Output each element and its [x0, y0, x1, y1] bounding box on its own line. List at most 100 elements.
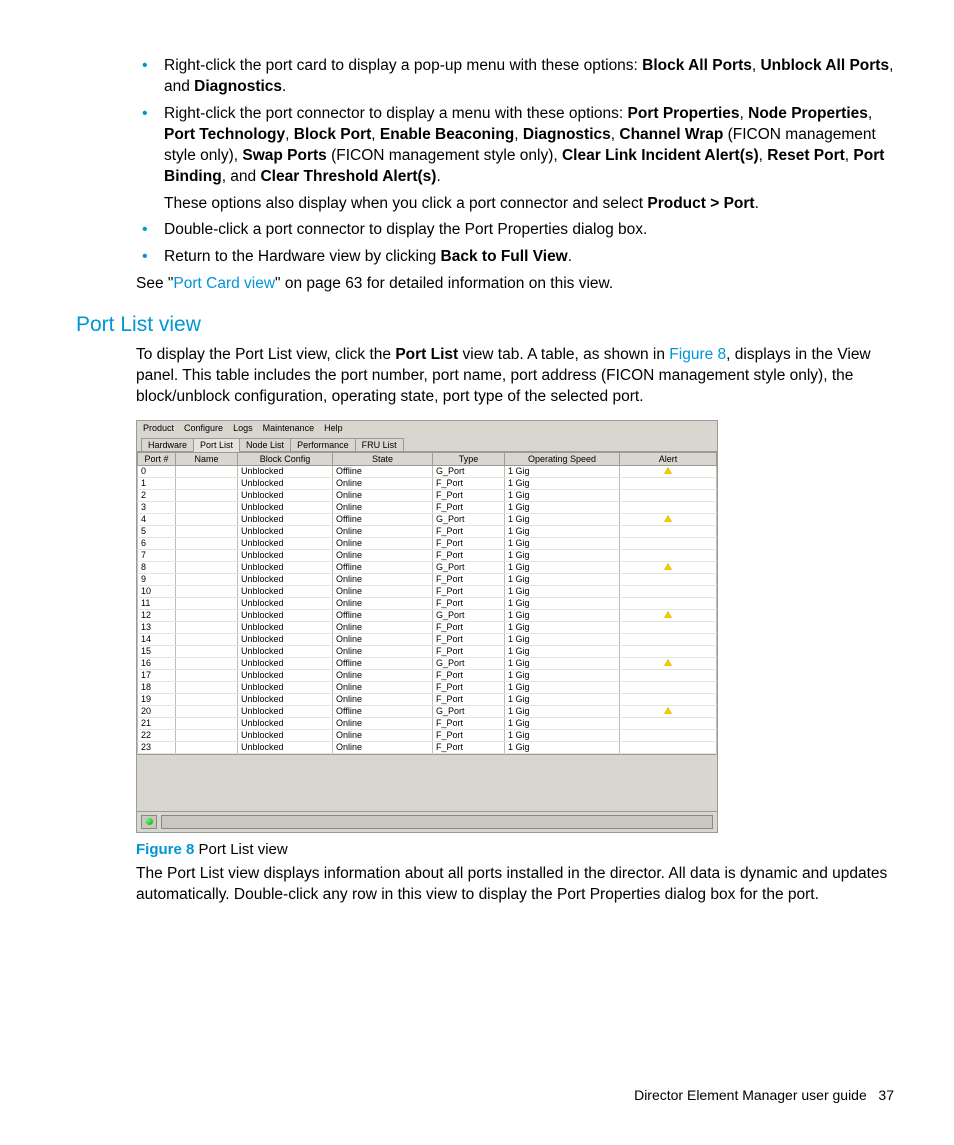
table-row[interactable]: 4UnblockedOfflineG_Port1 Gig	[138, 513, 717, 525]
link-port-card-view[interactable]: Port Card view	[173, 275, 275, 292]
table-cell	[176, 633, 238, 645]
table-row[interactable]: 1UnblockedOnlineF_Port1 Gig	[138, 477, 717, 489]
table-row[interactable]: 0UnblockedOfflineG_Port1 Gig	[138, 465, 717, 477]
app-window: Product Configure Logs Maintenance Help Hard…	[136, 420, 718, 833]
column-header[interactable]: Port #	[138, 452, 176, 465]
table-cell: Unblocked	[238, 645, 333, 657]
column-header[interactable]: Operating Speed	[505, 452, 620, 465]
tab-fru-list[interactable]: FRU List	[355, 438, 404, 452]
bold-text: Clear Link Incident Alert(s)	[562, 147, 759, 164]
table-row[interactable]: 12UnblockedOfflineG_Port1 Gig	[138, 609, 717, 621]
table-cell: F_Port	[433, 717, 505, 729]
tab-port-list[interactable]: Port List	[193, 438, 240, 452]
menu-configure[interactable]: Configure	[184, 423, 223, 433]
table-cell: Unblocked	[238, 585, 333, 597]
menu-logs[interactable]: Logs	[233, 423, 253, 433]
alert-cell	[620, 477, 717, 489]
table-cell	[176, 585, 238, 597]
table-row[interactable]: 20UnblockedOfflineG_Port1 Gig	[138, 705, 717, 717]
alert-cell	[620, 633, 717, 645]
table-cell	[176, 549, 238, 561]
table-row[interactable]: 9UnblockedOnlineF_Port1 Gig	[138, 573, 717, 585]
table-row[interactable]: 22UnblockedOnlineF_Port1 Gig	[138, 729, 717, 741]
bold-text: Swap Ports	[242, 147, 326, 164]
text: (FICON management style only),	[327, 147, 562, 164]
table-cell: Unblocked	[238, 693, 333, 705]
table-cell: 22	[138, 729, 176, 741]
table-row[interactable]: 11UnblockedOnlineF_Port1 Gig	[138, 597, 717, 609]
menu-product[interactable]: Product	[143, 423, 174, 433]
menu-help[interactable]: Help	[324, 423, 343, 433]
alert-cell	[620, 693, 717, 705]
table-cell	[176, 525, 238, 537]
table-cell: Offline	[333, 705, 433, 717]
alert-cell	[620, 681, 717, 693]
sub-paragraph: These options also display when you clic…	[164, 194, 894, 215]
table-cell: Offline	[333, 465, 433, 477]
tab-node-list[interactable]: Node List	[239, 438, 291, 452]
bold-text: Channel Wrap	[619, 126, 723, 143]
table-cell: 19	[138, 693, 176, 705]
table-row[interactable]: 3UnblockedOnlineF_Port1 Gig	[138, 501, 717, 513]
alert-cell	[620, 741, 717, 753]
link-figure-8[interactable]: Figure 8	[669, 346, 726, 363]
table-row[interactable]: 2UnblockedOnlineF_Port1 Gig	[138, 489, 717, 501]
figure-caption: Figure 8 Port List view	[136, 841, 894, 858]
port-list-table-wrap: Port #NameBlock ConfigStateTypeOperating…	[137, 452, 717, 754]
table-cell	[176, 537, 238, 549]
table-cell: F_Port	[433, 693, 505, 705]
table-row[interactable]: 19UnblockedOnlineF_Port1 Gig	[138, 693, 717, 705]
table-row[interactable]: 21UnblockedOnlineF_Port1 Gig	[138, 717, 717, 729]
table-cell: 1 Gig	[505, 597, 620, 609]
bold-text: Product > Port	[647, 195, 754, 212]
table-cell: 1 Gig	[505, 489, 620, 501]
table-cell: F_Port	[433, 477, 505, 489]
tab-hardware[interactable]: Hardware	[141, 438, 194, 452]
table-cell: Online	[333, 681, 433, 693]
table-cell	[176, 705, 238, 717]
table-cell: Unblocked	[238, 465, 333, 477]
column-header[interactable]: Alert	[620, 452, 717, 465]
column-header[interactable]: Block Config	[238, 452, 333, 465]
bullet-list: Right-click the port card to display a p…	[136, 56, 894, 188]
column-header[interactable]: Name	[176, 452, 238, 465]
table-cell: 1 Gig	[505, 525, 620, 537]
table-row[interactable]: 16UnblockedOfflineG_Port1 Gig	[138, 657, 717, 669]
table-row[interactable]: 5UnblockedOnlineF_Port1 Gig	[138, 525, 717, 537]
text: .	[568, 248, 572, 265]
text: ,	[759, 147, 768, 164]
tab-performance[interactable]: Performance	[290, 438, 356, 452]
text: See "	[136, 275, 173, 292]
alert-cell	[620, 561, 717, 573]
table-cell	[176, 561, 238, 573]
table-row[interactable]: 15UnblockedOnlineF_Port1 Gig	[138, 645, 717, 657]
table-cell: 13	[138, 621, 176, 633]
table-cell: G_Port	[433, 561, 505, 573]
table-row[interactable]: 14UnblockedOnlineF_Port1 Gig	[138, 633, 717, 645]
column-header[interactable]: Type	[433, 452, 505, 465]
table-cell: Online	[333, 597, 433, 609]
text: ,	[868, 105, 872, 122]
bold-text: Reset Port	[767, 147, 845, 164]
bold-text: Back to Full View	[441, 248, 568, 265]
table-row[interactable]: 7UnblockedOnlineF_Port1 Gig	[138, 549, 717, 561]
table-cell: 4	[138, 513, 176, 525]
menu-maintenance[interactable]: Maintenance	[263, 423, 315, 433]
column-header[interactable]: State	[333, 452, 433, 465]
status-bar	[137, 811, 717, 832]
table-cell: 12	[138, 609, 176, 621]
alert-cell	[620, 513, 717, 525]
table-cell: 7	[138, 549, 176, 561]
table-cell: Online	[333, 669, 433, 681]
table-row[interactable]: 17UnblockedOnlineF_Port1 Gig	[138, 669, 717, 681]
table-row[interactable]: 18UnblockedOnlineF_Port1 Gig	[138, 681, 717, 693]
table-row[interactable]: 23UnblockedOnlineF_Port1 Gig	[138, 741, 717, 753]
table-cell	[176, 657, 238, 669]
paragraph: The Port List view displays information …	[136, 864, 894, 906]
table-cell: F_Port	[433, 537, 505, 549]
table-row[interactable]: 8UnblockedOfflineG_Port1 Gig	[138, 561, 717, 573]
table-row[interactable]: 10UnblockedOnlineF_Port1 Gig	[138, 585, 717, 597]
table-cell: F_Port	[433, 585, 505, 597]
table-row[interactable]: 13UnblockedOnlineF_Port1 Gig	[138, 621, 717, 633]
table-row[interactable]: 6UnblockedOnlineF_Port1 Gig	[138, 537, 717, 549]
